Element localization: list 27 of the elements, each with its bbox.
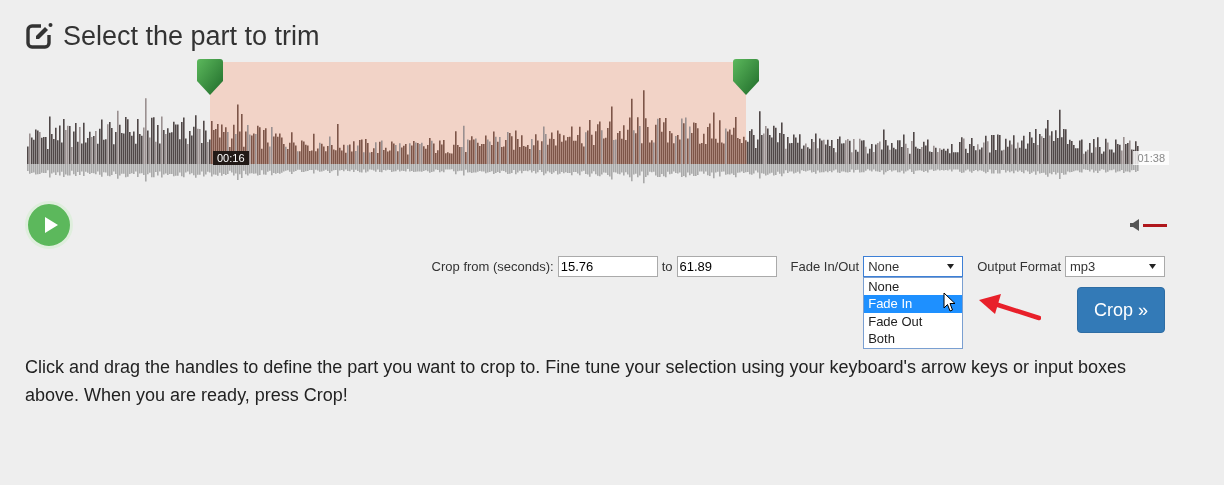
edit-icon [25, 22, 53, 50]
play-button[interactable] [25, 201, 73, 249]
format-select[interactable]: mp3 [1065, 255, 1165, 277]
arrow-annotation [979, 293, 1042, 322]
handle[interactable] [197, 59, 223, 95]
handle[interactable] [732, 59, 759, 95]
fade-select[interactable]: None [863, 255, 964, 277]
field-label: Crop from (seconds): [431, 258, 554, 274]
field-label: Fade In/Out [790, 258, 860, 274]
crop-button[interactable]: Crop » [1077, 287, 1165, 333]
dropdown-option[interactable]: Both [864, 330, 963, 348]
dropdown-option[interactable]: None [864, 277, 963, 295]
play-icon [43, 216, 59, 234]
instructions-text: Click and drag the handles to define the part you want to crop to. Fine tune your selection using your keyboard's arrow keys or input boxes above. When you are ready, press Crop! [25, 356, 1128, 407]
page-title: Select the part to trim [63, 20, 320, 53]
field-label: Output Format [977, 258, 1061, 274]
volume-bar[interactable] [1143, 223, 1167, 227]
field-label: to [661, 258, 673, 274]
time-label: 00:16 [213, 151, 249, 165]
crop-from-field[interactable]: 15.76 [557, 255, 658, 277]
dropdown-option[interactable]: Fade Out [864, 312, 963, 330]
caret-icon [947, 263, 955, 269]
speaker-icon[interactable] [1130, 219, 1140, 231]
crop-to-field[interactable]: 61.89 [676, 255, 777, 277]
pointer-cursor-icon [943, 291, 958, 313]
caret-icon [1149, 263, 1156, 269]
time-label: 01:38 [1133, 151, 1169, 165]
